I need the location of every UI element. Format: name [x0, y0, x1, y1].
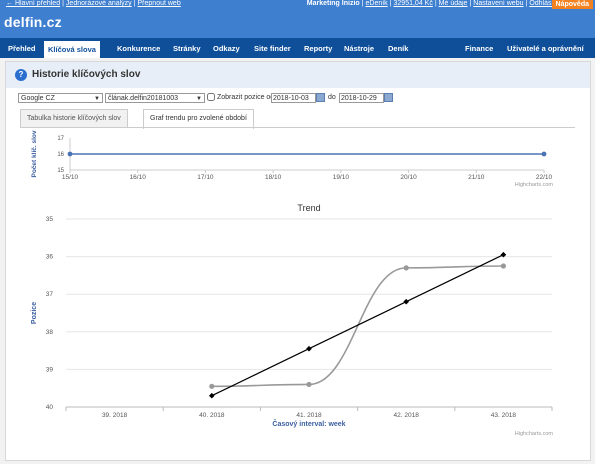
position-spline-line — [211, 265, 504, 388]
top-links-left: ← Hlavní přehled | Jednorázové analýzy | Pře… — [6, 0, 181, 7]
y-axis-title: Pozice — [31, 302, 38, 324]
show-positions-label: Zobrazit pozice od — [217, 94, 275, 101]
search-engine-select[interactable]: Google CZ ▼ — [18, 93, 103, 103]
trend-point — [208, 392, 215, 399]
help-button[interactable]: Nápověda — [551, 0, 593, 9]
nav-tools[interactable]: Nástroje — [340, 42, 378, 56]
x-tick-label: 17/10 — [197, 174, 214, 181]
dropdown-arrow-icon: ▼ — [196, 96, 202, 102]
dropdown-arrow-icon: ▼ — [94, 96, 100, 102]
site-logo[interactable]: delfin.cz — [4, 14, 62, 30]
date-to-field[interactable]: 2018-10-29 — [339, 93, 393, 103]
keyword-count-chart: 15/10 16/10 17/10 18/10 19/10 20/10 21/10 22/10… — [31, 130, 554, 188]
x-tick-label: 16/10 — [130, 174, 147, 181]
panel-header: ? Historie klíčových slov — [6, 62, 590, 88]
link-one-time-analyses[interactable]: Jednorázové analýzy — [66, 0, 132, 7]
link-switch-web[interactable]: Přepnout web — [138, 0, 181, 7]
page-title: Historie klíčových slov — [32, 69, 141, 80]
link-ediary[interactable]: eDeník — [366, 0, 388, 7]
nav-competition[interactable]: Konkurence — [113, 42, 164, 56]
y-tick-label: 16 — [57, 152, 64, 158]
trend-line — [211, 254, 504, 397]
keyword-count-point — [67, 151, 73, 157]
nav-pages[interactable]: Stránky — [169, 42, 205, 56]
nav-users-permissions[interactable]: Uživatelé a oprávnění — [503, 42, 588, 56]
search-engine-value: Google CZ — [21, 95, 55, 102]
x-tick-label: 41. 2018 — [296, 412, 322, 419]
keyword-select-value: člának.delfin20181003 — [108, 95, 179, 102]
y-tick-label: 37 — [46, 291, 54, 298]
calendar-icon[interactable] — [316, 93, 325, 102]
link-main-overview[interactable]: ← Hlavní přehled — [6, 0, 60, 7]
nav-diary[interactable]: Deník — [384, 42, 412, 56]
y-tick-label: 36 — [46, 254, 54, 261]
show-positions-checkbox[interactable] — [207, 93, 215, 101]
highcharts-credit: Highcharts.com — [515, 182, 554, 188]
x-axis-title: Časový interval: week — [272, 419, 345, 428]
date-from-value: 2018-10-03 — [273, 95, 309, 102]
nav-overview[interactable]: Přehled — [4, 42, 40, 56]
nav-links[interactable]: Odkazy — [209, 42, 244, 56]
y-tick-label: 17 — [57, 136, 64, 142]
tab-trend-chart[interactable]: Graf trendu pro zvolené období — [143, 109, 254, 129]
calendar-icon[interactable] — [384, 93, 393, 102]
x-tick-label: 40. 2018 — [199, 412, 225, 419]
link-my-details[interactable]: Mé údaje — [439, 0, 468, 7]
x-tick-label: 43. 2018 — [491, 412, 517, 419]
link-web-settings[interactable]: Nastavení webu — [473, 0, 523, 7]
keyword-select[interactable]: člának.delfin20181003 ▼ — [105, 93, 205, 103]
nav-keywords[interactable]: Klíčová slova — [44, 41, 100, 58]
tab-history-table[interactable]: Tabulka historie klíčových slov — [20, 109, 128, 128]
keyword-count-point — [541, 151, 547, 157]
y-tick-label: 15 — [57, 168, 64, 174]
position-point — [403, 265, 409, 271]
x-tick-label: 20/10 — [400, 174, 417, 181]
help-icon[interactable]: ? — [15, 69, 27, 81]
y-tick-label: 39 — [46, 366, 54, 373]
chart-title: Trend — [297, 203, 320, 213]
nav-finance[interactable]: Finance — [461, 42, 497, 56]
y-tick-label: 38 — [46, 329, 54, 336]
x-tick-label: 22/10 — [536, 174, 553, 181]
position-point — [306, 381, 312, 388]
trend-chart: Trend 35 36 37 38 39 40 39. 2018 40. 2018 41. 201… — [31, 203, 554, 437]
top-bar: ← Hlavní přehled | Jednorázové analýzy | Pře… — [3, 0, 595, 10]
date-to-value: 2018-10-29 — [341, 95, 377, 102]
top-links-right: Marketing Inizio | eDeník | 32951,04 Kč | Mé ú… — [306, 0, 555, 7]
highcharts-credit: Highcharts.com — [515, 431, 554, 437]
y-tick-label: 40 — [46, 404, 54, 411]
tab-divider — [20, 127, 575, 128]
link-credit[interactable]: 32951,04 Kč — [394, 0, 433, 7]
x-tick-label: 39. 2018 — [102, 412, 128, 419]
position-point — [209, 383, 215, 389]
date-from-field[interactable]: 2018-10-03 — [271, 93, 325, 103]
keyword-history-panel: ? Historie klíčových slov Google CZ ▼ člá… — [5, 61, 591, 461]
app-header: ← Hlavní přehled | Jednorázové analýzy | Pře… — [0, 0, 595, 38]
y-axis-title: Počet klíč. slov — [31, 130, 38, 177]
date-to-label: do — [328, 94, 336, 101]
x-tick-label: 21/10 — [468, 174, 485, 181]
trend-point — [403, 298, 410, 305]
x-tick-label: 15/10 — [62, 174, 79, 181]
account-name: Marketing Inizio — [306, 0, 360, 7]
nav-reports[interactable]: Reporty — [300, 42, 336, 56]
x-tick-label: 19/10 — [333, 174, 350, 181]
main-nav: Přehled Klíčová slova Konkurence Stránky… — [0, 38, 595, 58]
x-tick-label: 42. 2018 — [394, 412, 420, 419]
trend-point — [306, 345, 312, 352]
x-tick-label: 18/10 — [265, 174, 282, 181]
position-point — [500, 263, 506, 269]
y-tick-label: 35 — [46, 216, 54, 223]
nav-site-finder[interactable]: Site finder — [250, 42, 295, 56]
